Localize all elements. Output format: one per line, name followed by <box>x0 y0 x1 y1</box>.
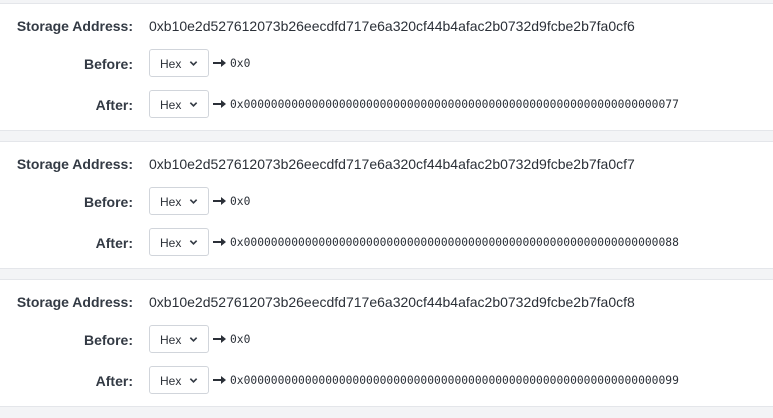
after-value: 0x00000000000000000000000000000000000000… <box>230 374 679 387</box>
storage-changes-list: Storage Address: 0xb10e2d527612073b26eec… <box>0 0 773 418</box>
before-label: Before: <box>83 194 133 210</box>
after-value: 0x00000000000000000000000000000000000000… <box>230 236 679 249</box>
after-label: After: <box>95 97 133 113</box>
chevron-down-icon <box>189 337 198 342</box>
after-format-value: Hex <box>160 236 182 250</box>
before-row: Before: Hex 0x0 <box>0 187 773 217</box>
arrow-right-icon <box>213 59 226 67</box>
before-format-select[interactable]: Hex <box>149 49 209 77</box>
before-row: Before: Hex 0x0 <box>0 325 773 355</box>
after-format-select[interactable]: Hex <box>149 366 209 394</box>
arrow-right-icon <box>213 335 226 343</box>
storage-address-value: 0xb10e2d527612073b26eecdfd717e6a320cf44b… <box>149 156 635 172</box>
arrow-right-icon <box>213 100 226 108</box>
arrow-right-icon <box>213 376 226 384</box>
storage-address-row: Storage Address: 0xb10e2d527612073b26eec… <box>0 287 773 317</box>
before-label: Before: <box>83 332 133 348</box>
storage-address-row: Storage Address: 0xb10e2d527612073b26eec… <box>0 11 773 41</box>
chevron-down-icon <box>189 102 198 107</box>
before-value: 0x0 <box>230 195 251 208</box>
before-row: Before: Hex 0x0 <box>0 49 773 79</box>
chevron-down-icon <box>189 61 198 66</box>
after-format-value: Hex <box>160 374 182 388</box>
storage-address-value: 0xb10e2d527612073b26eecdfd717e6a320cf44b… <box>149 294 635 310</box>
storage-entry: Storage Address: 0xb10e2d527612073b26eec… <box>0 279 773 407</box>
arrow-right-icon <box>213 197 226 205</box>
storage-entry: Storage Address: 0xb10e2d527612073b26eec… <box>0 141 773 269</box>
before-value: 0x0 <box>230 333 251 346</box>
after-value: 0x00000000000000000000000000000000000000… <box>230 98 679 111</box>
before-format-select[interactable]: Hex <box>149 325 209 353</box>
before-format-select[interactable]: Hex <box>149 187 209 215</box>
after-format-select[interactable]: Hex <box>149 228 209 256</box>
before-label: Before: <box>83 56 133 72</box>
before-format-value: Hex <box>160 57 182 71</box>
after-format-select[interactable]: Hex <box>149 90 209 118</box>
storage-address-value: 0xb10e2d527612073b26eecdfd717e6a320cf44b… <box>149 18 635 34</box>
after-row: After: Hex 0x000000000000000000000000000… <box>0 228 773 258</box>
storage-address-label: Storage Address: <box>16 156 133 172</box>
chevron-down-icon <box>189 240 198 245</box>
after-format-value: Hex <box>160 98 182 112</box>
before-format-value: Hex <box>160 333 182 347</box>
storage-entry: Storage Address: 0xb10e2d527612073b26eec… <box>0 3 773 131</box>
storage-address-label: Storage Address: <box>16 294 133 310</box>
chevron-down-icon <box>189 199 198 204</box>
arrow-right-icon <box>213 238 226 246</box>
after-label: After: <box>95 235 133 251</box>
after-row: After: Hex 0x000000000000000000000000000… <box>0 90 773 120</box>
after-row: After: Hex 0x000000000000000000000000000… <box>0 366 773 396</box>
storage-address-label: Storage Address: <box>16 18 133 34</box>
before-value: 0x0 <box>230 57 251 70</box>
chevron-down-icon <box>189 378 198 383</box>
storage-address-row: Storage Address: 0xb10e2d527612073b26eec… <box>0 149 773 179</box>
after-label: After: <box>95 373 133 389</box>
before-format-value: Hex <box>160 195 182 209</box>
